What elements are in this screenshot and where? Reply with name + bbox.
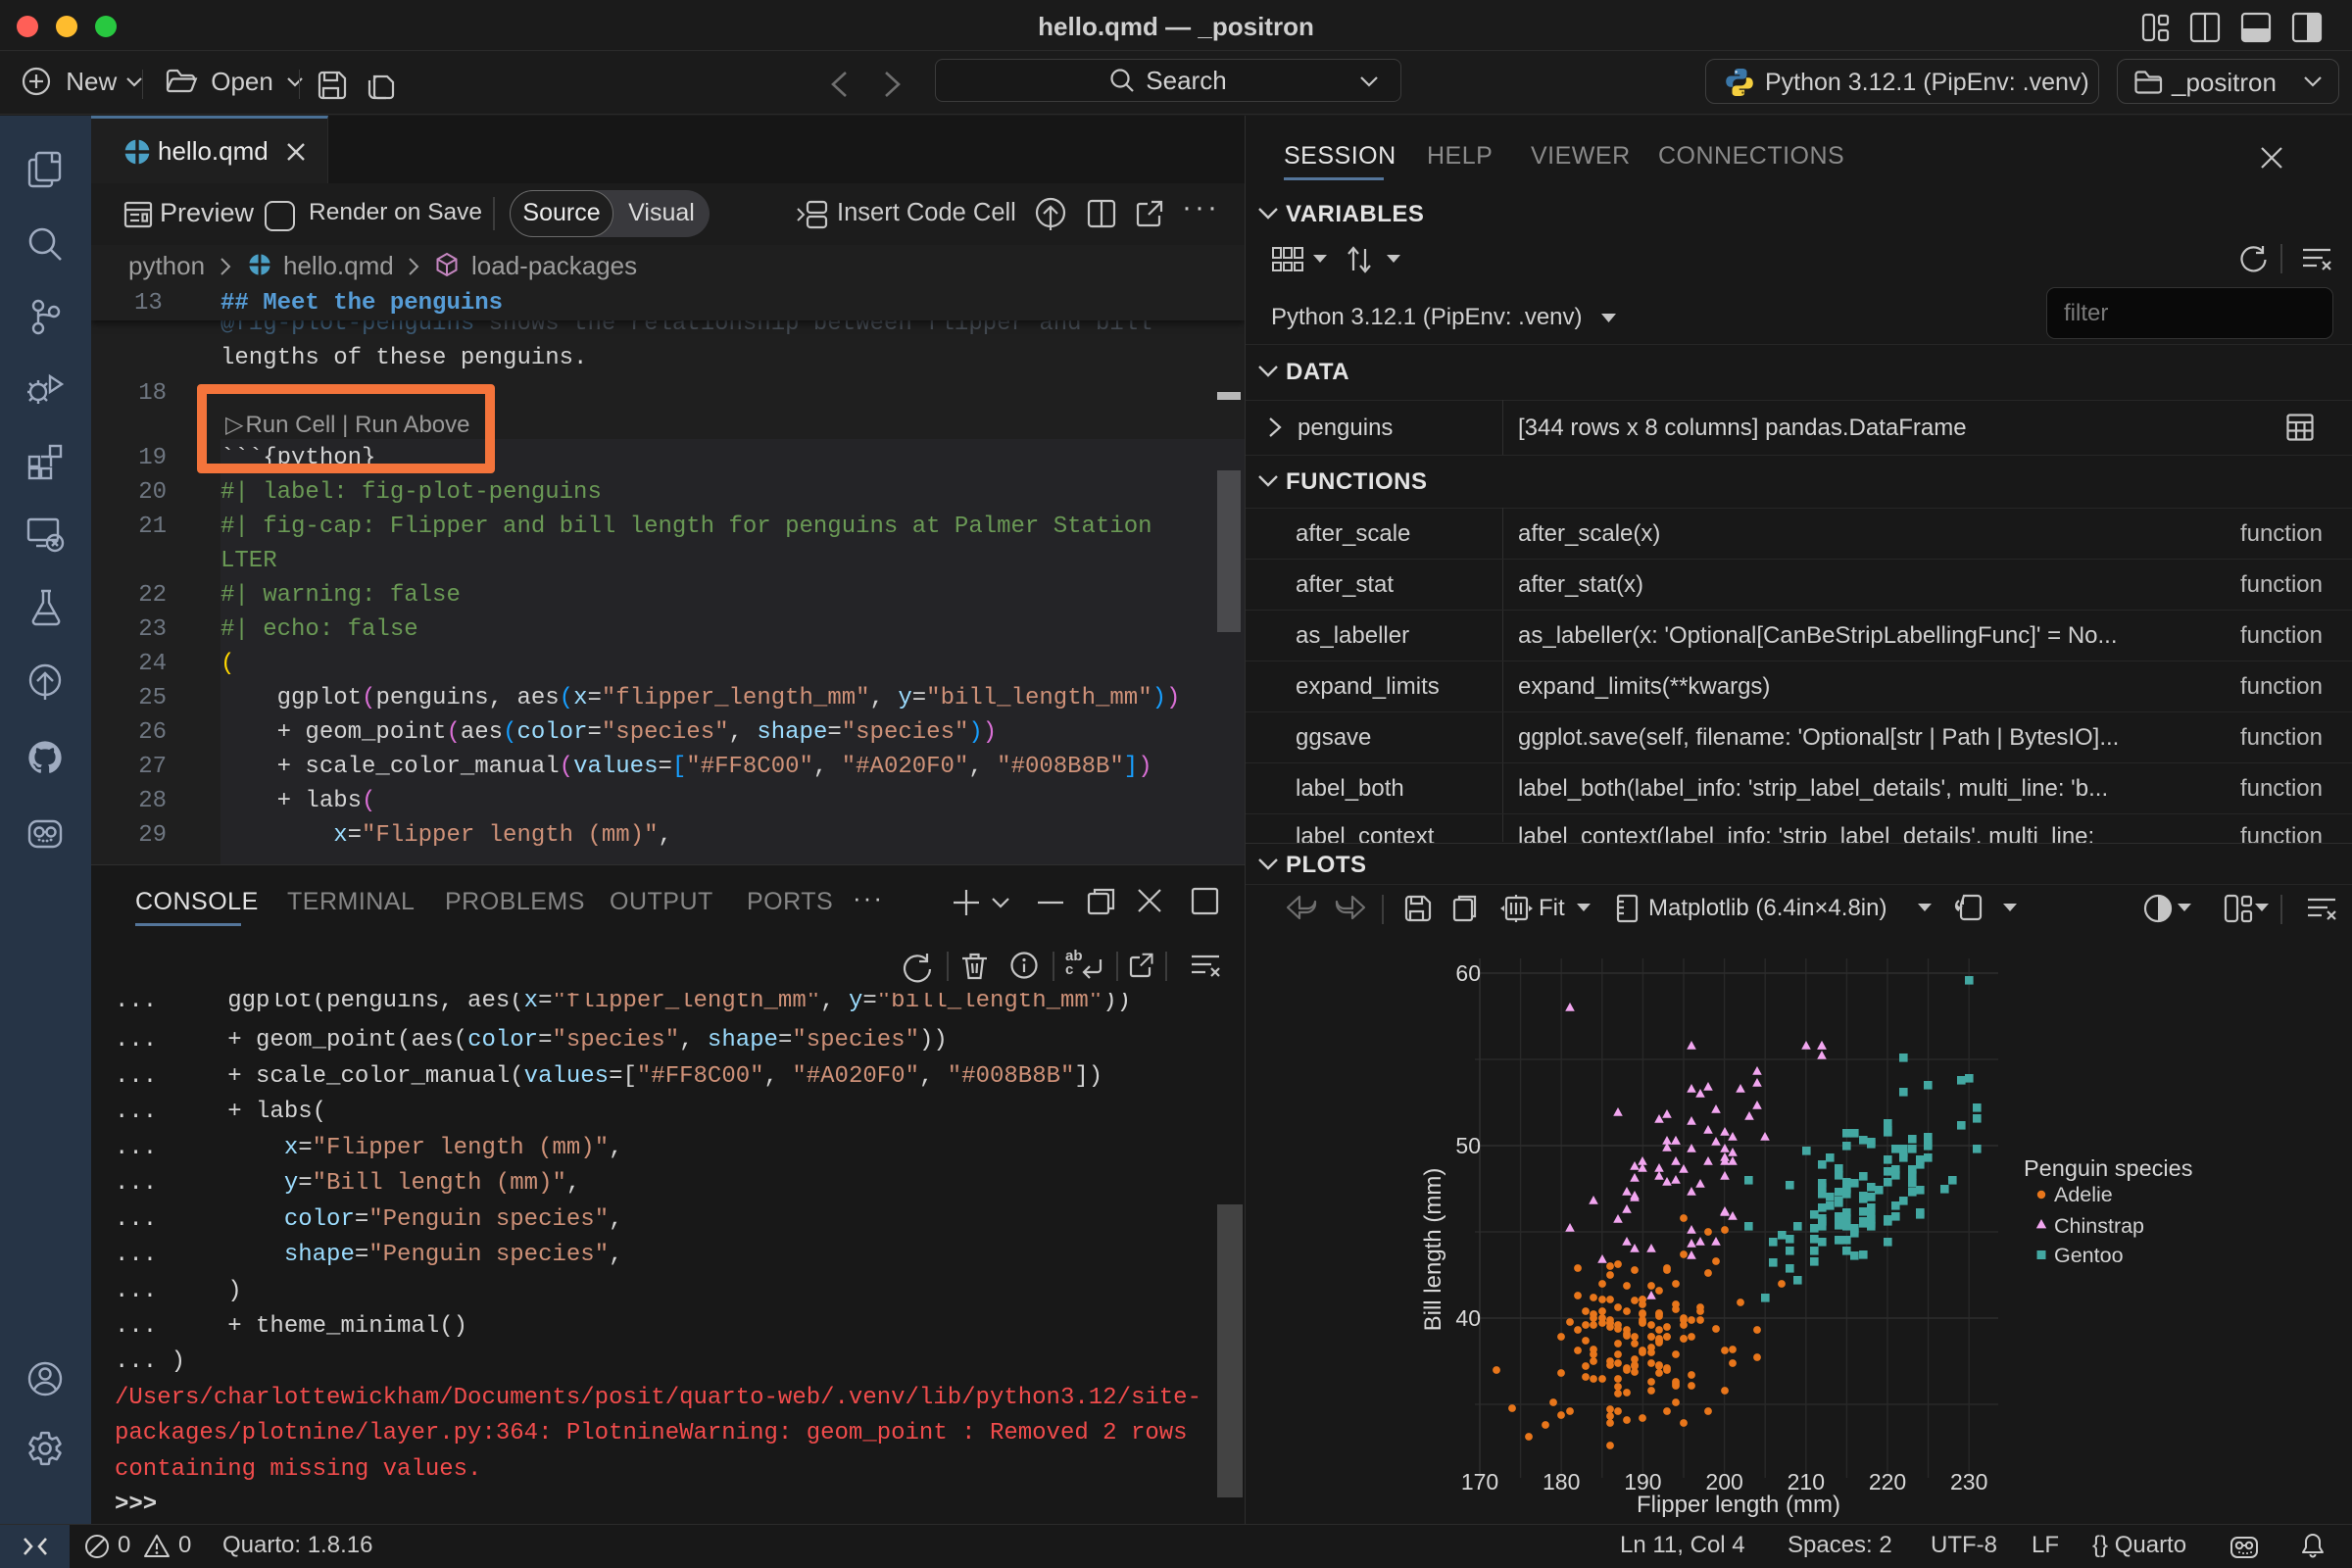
svg-text:Adelie: Adelie <box>2054 1183 2113 1206</box>
svg-text:Bill length (mm): Bill length (mm) <box>1420 1168 1446 1332</box>
svg-text:Flipper length (mm): Flipper length (mm) <box>1637 1492 1840 1518</box>
svg-text:230: 230 <box>1950 1469 1987 1494</box>
svg-text:Chinstrap: Chinstrap <box>2054 1214 2144 1238</box>
svg-text:60: 60 <box>1455 960 1481 986</box>
svg-text:220: 220 <box>1869 1469 1906 1494</box>
svg-text:180: 180 <box>1543 1469 1580 1494</box>
svg-text:40: 40 <box>1455 1305 1481 1331</box>
svg-text:50: 50 <box>1455 1133 1481 1158</box>
svg-text:170: 170 <box>1461 1469 1498 1494</box>
svg-text:Gentoo: Gentoo <box>2054 1244 2124 1267</box>
svg-text:Penguin species: Penguin species <box>2024 1155 2192 1181</box>
